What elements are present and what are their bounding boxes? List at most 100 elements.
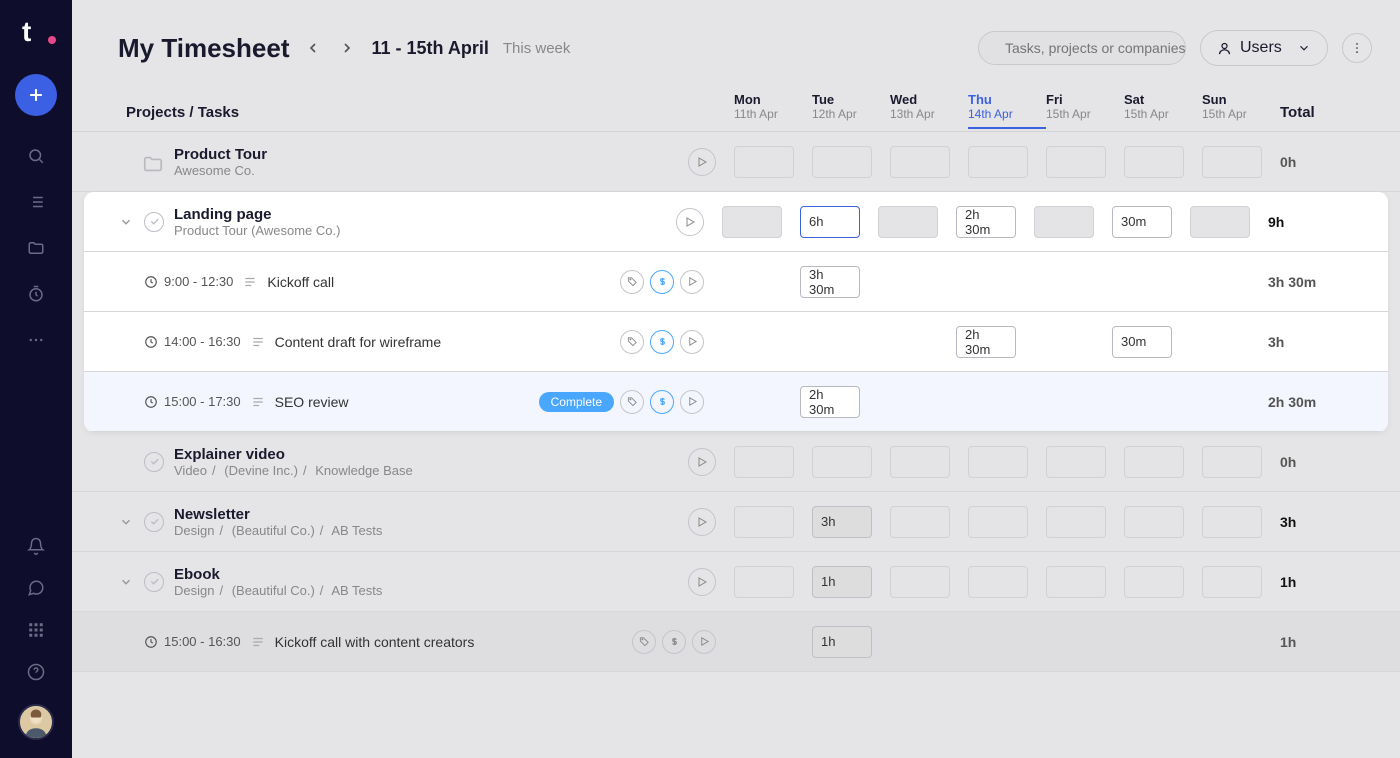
status-circle[interactable] (144, 452, 164, 472)
day-cell[interactable] (734, 146, 812, 178)
play-button[interactable] (688, 148, 716, 176)
day-cell[interactable] (968, 146, 1046, 178)
billable-button[interactable] (650, 270, 674, 294)
date-range: 11 - 15th April (371, 38, 488, 59)
day-cell[interactable] (890, 566, 968, 598)
day-cell[interactable]: 30m (1112, 206, 1190, 238)
help-icon[interactable] (26, 662, 46, 682)
day-cell[interactable] (1190, 206, 1268, 238)
day-cell[interactable]: 1h (812, 626, 890, 658)
subtask-name: Kickoff call (267, 274, 334, 290)
day-cell[interactable] (890, 446, 968, 478)
day-cell[interactable]: 1h (812, 566, 890, 598)
play-button[interactable] (676, 208, 704, 236)
day-cell[interactable] (722, 206, 800, 238)
play-button[interactable] (680, 330, 704, 354)
day-cell[interactable]: 2h 30m (956, 206, 1034, 238)
day-cell[interactable] (1046, 146, 1124, 178)
day-cell[interactable] (878, 206, 956, 238)
play-button[interactable] (680, 390, 704, 414)
day-cell[interactable] (1202, 566, 1280, 598)
apps-icon[interactable] (26, 620, 46, 640)
collapse-toggle[interactable] (118, 214, 134, 230)
user-avatar[interactable] (18, 704, 54, 740)
next-week-button[interactable] (337, 38, 357, 58)
billable-button[interactable] (662, 630, 686, 654)
day-cell[interactable] (1202, 446, 1280, 478)
play-button[interactable] (680, 270, 704, 294)
total-cell: 9h (1268, 214, 1338, 230)
search-input[interactable] (1005, 40, 1186, 56)
total-cell: 3h (1268, 334, 1338, 350)
day-cell[interactable] (1046, 566, 1124, 598)
task-group-expanded: Landing page Product Tour (Awesome Co.) … (84, 192, 1388, 432)
day-cell[interactable] (1046, 506, 1124, 538)
play-button[interactable] (688, 508, 716, 536)
play-button[interactable] (688, 568, 716, 596)
day-cell[interactable]: 3h 30m (800, 266, 878, 298)
chat-icon[interactable] (26, 578, 46, 598)
day-cell[interactable] (1124, 446, 1202, 478)
collapse-toggle[interactable] (118, 514, 134, 530)
day-header: Mon11th Apr (734, 92, 812, 121)
day-header: Sun15th Apr (1202, 92, 1280, 121)
this-week-label: This week (503, 40, 571, 57)
description-icon (251, 395, 265, 409)
day-cell[interactable] (890, 506, 968, 538)
day-cell[interactable] (968, 566, 1046, 598)
day-cell[interactable]: 2h 30m (956, 326, 1034, 358)
prev-week-button[interactable] (303, 38, 323, 58)
tag-button[interactable] (620, 270, 644, 294)
subtask-row: 15:00 - 17:30 SEO review Complete 2h 30m… (84, 372, 1388, 432)
add-button[interactable] (15, 74, 57, 116)
day-cell[interactable] (812, 146, 890, 178)
status-badge: Complete (539, 392, 614, 412)
tag-button[interactable] (620, 390, 644, 414)
day-cell[interactable] (812, 446, 890, 478)
day-cell[interactable] (734, 506, 812, 538)
bell-icon[interactable] (26, 536, 46, 556)
total-cell: 1h (1280, 634, 1350, 650)
day-cell[interactable] (1124, 506, 1202, 538)
collapse-toggle[interactable] (118, 574, 134, 590)
search-box[interactable] (978, 31, 1186, 65)
billable-button[interactable] (650, 390, 674, 414)
day-cell[interactable]: 3h (812, 506, 890, 538)
more-menu-button[interactable] (1342, 33, 1372, 63)
status-circle[interactable] (144, 212, 164, 232)
day-cell[interactable] (1046, 446, 1124, 478)
day-cell[interactable] (734, 566, 812, 598)
day-cell[interactable] (890, 146, 968, 178)
day-cell[interactable]: 30m (1112, 326, 1190, 358)
day-cell[interactable] (1034, 206, 1112, 238)
sidebar: t (0, 0, 72, 758)
task-breadcrumb: Product Tour (Awesome Co.) (174, 223, 340, 238)
day-cell[interactable]: 2h 30m (800, 386, 878, 418)
day-cell[interactable] (1202, 146, 1280, 178)
day-header: Sat15th Apr (1124, 92, 1202, 121)
day-cell[interactable]: 6h (800, 206, 878, 238)
day-cell[interactable] (1124, 146, 1202, 178)
total-cell: 3h (1280, 514, 1350, 530)
list-icon[interactable] (26, 192, 46, 212)
day-cell[interactable] (968, 506, 1046, 538)
play-button[interactable] (692, 630, 716, 654)
day-cell[interactable] (968, 446, 1046, 478)
status-circle[interactable] (144, 512, 164, 532)
users-dropdown[interactable]: Users (1200, 30, 1328, 66)
folder-icon[interactable] (26, 238, 46, 258)
more-icon[interactable] (26, 330, 46, 350)
search-icon[interactable] (26, 146, 46, 166)
day-cell[interactable] (734, 446, 812, 478)
tag-button[interactable] (620, 330, 644, 354)
play-button[interactable] (688, 448, 716, 476)
billable-button[interactable] (650, 330, 674, 354)
description-icon (251, 335, 265, 349)
description-icon (243, 275, 257, 289)
status-circle[interactable] (144, 572, 164, 592)
day-cell[interactable] (1202, 506, 1280, 538)
day-cell[interactable] (1124, 566, 1202, 598)
task-breadcrumb: Design/ (Beautiful Co.)/ AB Tests (174, 583, 382, 598)
timer-icon[interactable] (26, 284, 46, 304)
tag-button[interactable] (632, 630, 656, 654)
